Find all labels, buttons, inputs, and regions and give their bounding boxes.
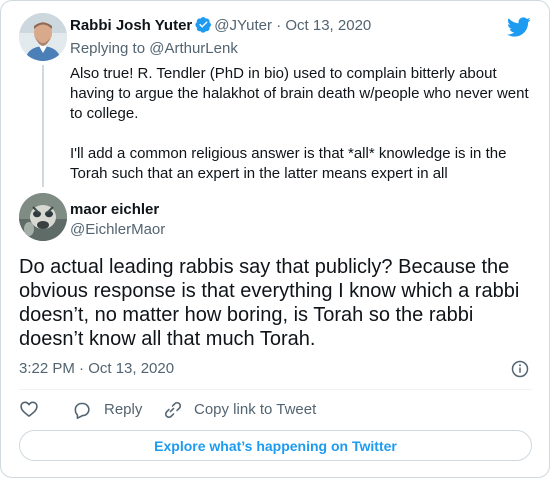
parent-display-name[interactable]: Rabbi Josh Yuter	[70, 17, 192, 34]
replying-to-prefix: Replying to	[70, 40, 150, 57]
parent-paragraph: I'll add a common religious answer is th…	[70, 145, 507, 182]
tweet-author-handle[interactable]: @EichlerMaor	[70, 220, 165, 240]
heart-icon	[20, 401, 38, 417]
speech-bubble-icon	[74, 402, 90, 419]
explore-twitter-button[interactable]: Explore what’s happening on Twitter	[19, 430, 532, 461]
tweet-embed-card: Rabbi Josh Yuter @JYuter · Oct 13, 2020 R…	[0, 0, 550, 478]
parent-avatar[interactable]	[19, 13, 67, 61]
parent-date[interactable]: Oct 13, 2020	[285, 17, 371, 34]
replying-to-line: Replying to @ArthurLenk	[70, 39, 238, 59]
parent-handle[interactable]: @JYuter	[214, 17, 272, 34]
parent-paragraph: Also true! R. Tendler (PhD in bio) used …	[70, 65, 529, 122]
parent-header: Rabbi Josh Yuter @JYuter · Oct 13, 2020	[70, 16, 371, 36]
replying-to-handle[interactable]: @ArthurLenk	[149, 40, 238, 57]
verified-badge-icon	[195, 17, 212, 33]
meta-separator: ·	[276, 17, 282, 34]
tweet-timestamp[interactable]: 3:22 PM · Oct 13, 2020	[19, 359, 174, 379]
link-icon	[164, 401, 182, 419]
avatar-photo	[19, 13, 67, 61]
parent-tweet-text: Also true! R. Tendler (PhD in bio) used …	[70, 64, 530, 184]
tweet-author-avatar[interactable]	[19, 193, 67, 241]
actions-divider	[19, 389, 532, 390]
info-icon[interactable]	[511, 360, 529, 378]
reply-label: Reply	[104, 401, 143, 418]
copy-link-button[interactable]: Copy link to Tweet	[162, 399, 316, 421]
like-button[interactable]	[19, 399, 51, 419]
copy-link-label: Copy link to Tweet	[194, 401, 317, 418]
tweet-text: Do actual leading rabbis say that public…	[19, 256, 520, 350]
avatar-photo	[19, 193, 67, 241]
reply-button[interactable]: Reply	[72, 399, 142, 421]
thread-connector-line	[42, 65, 44, 187]
tweet-author-name[interactable]: maor eichler	[70, 200, 159, 220]
twitter-bird-icon[interactable]	[507, 15, 531, 39]
